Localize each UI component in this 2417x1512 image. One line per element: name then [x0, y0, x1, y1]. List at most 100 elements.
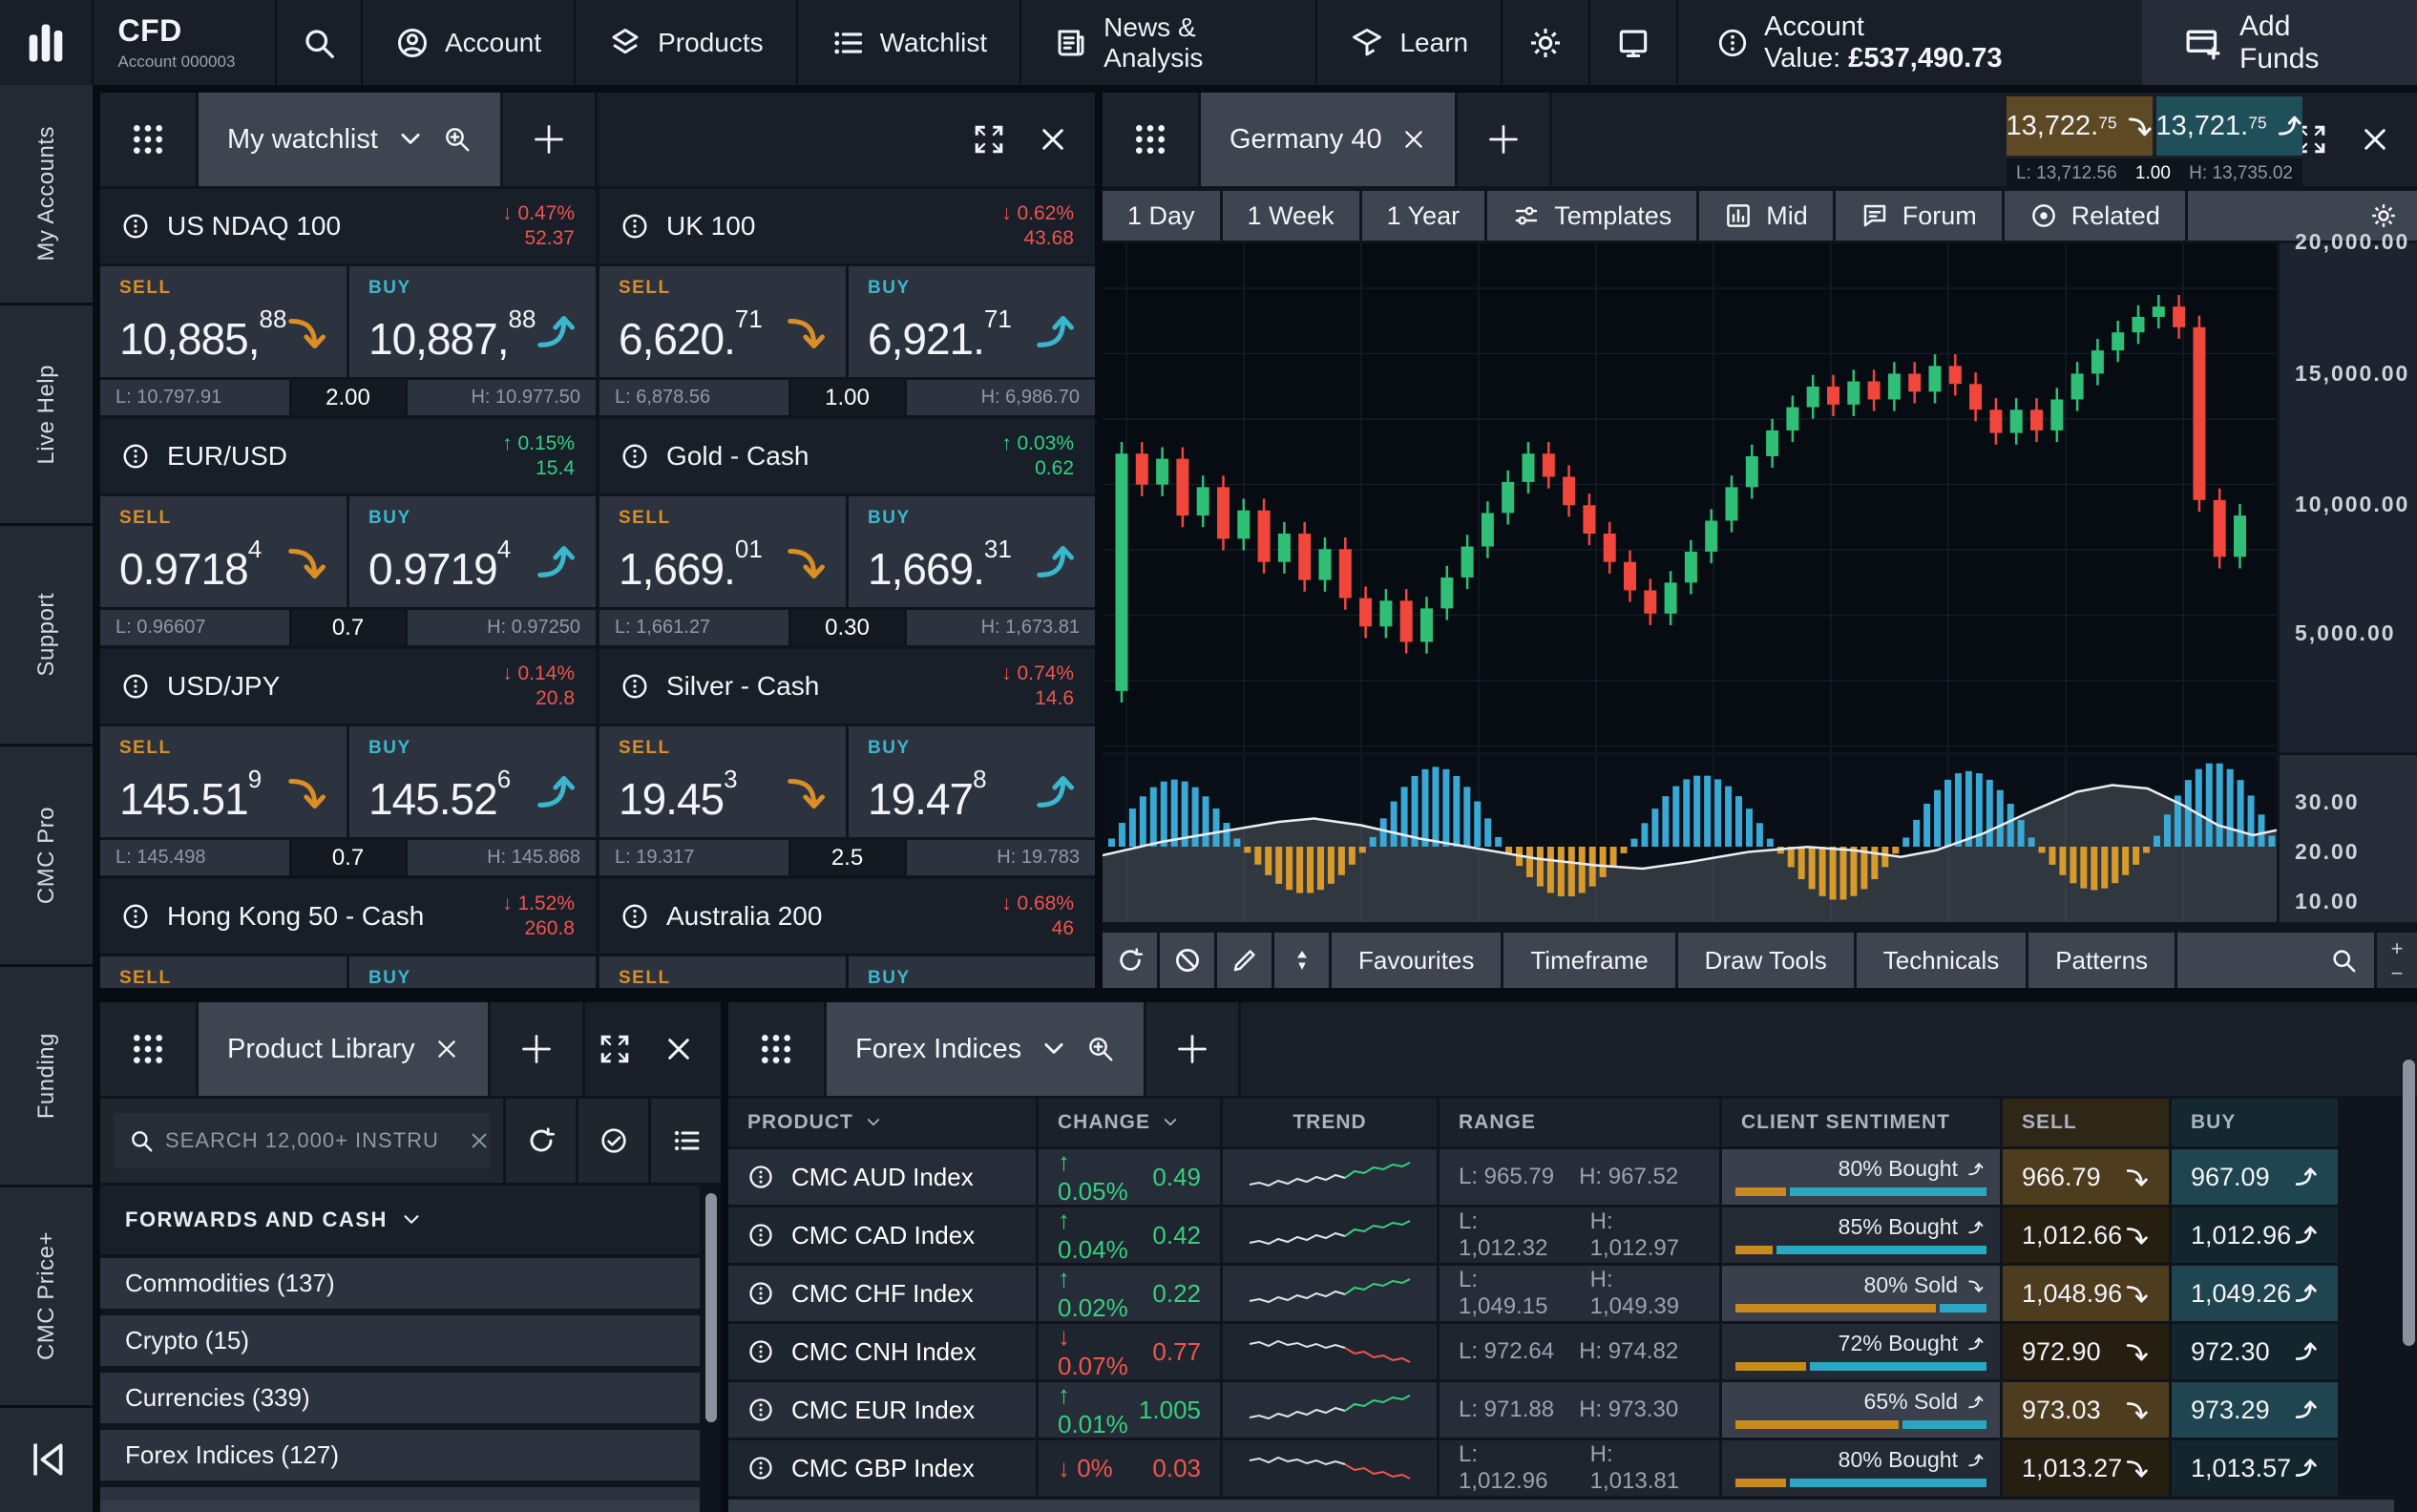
library-scrollbar[interactable] [705, 1193, 717, 1422]
volume-pane[interactable] [1103, 755, 2277, 922]
chart-tool-draw-tools[interactable]: Draw Tools [1678, 933, 1854, 988]
watchlist-add-tab-button[interactable] [503, 93, 595, 186]
sidebar-item-my-accounts[interactable]: My Accounts [0, 85, 93, 305]
close-icon[interactable] [2360, 124, 2390, 155]
sell-price-button[interactable]: 973.03 [2003, 1382, 2169, 1438]
buy-price-button[interactable]: 967.09 [2172, 1149, 2338, 1205]
column-header-buy[interactable]: BUY [2172, 1099, 2338, 1146]
chart-tool-favourites[interactable]: Favourites [1332, 933, 1501, 988]
nav-item-news-analysis[interactable]: News & Analysis [1019, 0, 1315, 85]
sell-price-button[interactable]: 966.79 [2003, 1149, 2169, 1205]
chart-tool-tab-forum[interactable]: Forum [1836, 191, 2002, 241]
product-cell[interactable]: CMC CAD Index [728, 1208, 1036, 1263]
chart-refresh-tool-button[interactable] [1103, 933, 1157, 988]
zoom-in-icon[interactable] [443, 125, 472, 154]
buy-price-button[interactable]: 972.30 [2172, 1324, 2338, 1379]
library-item-commodities-137-[interactable]: Commodities (137) [100, 1258, 700, 1309]
buy-tile[interactable]: BUY10,887,88 [349, 266, 596, 377]
product-cell[interactable]: CMC EUR Index [728, 1382, 1036, 1438]
library-view-button[interactable] [651, 1099, 721, 1183]
nav-item-products[interactable]: Products [574, 0, 796, 85]
column-header-change[interactable]: CHANGE [1039, 1099, 1220, 1146]
chart-tool-tab-related[interactable]: Related [2005, 191, 2185, 241]
chart-sort-tool-button[interactable] [1274, 933, 1329, 988]
sidebar-item-cmc-price-[interactable]: CMC Price+ [0, 1187, 93, 1408]
price-axis[interactable]: 20,000.0015,000.0010,000.005,000.00 [2280, 243, 2417, 752]
chart-drag-handle[interactable] [1103, 93, 1198, 186]
instrument-name-row[interactable]: Australia 200↓ 0.68%46 [599, 879, 1095, 954]
settings-button[interactable] [1501, 0, 1588, 85]
buy-price-button[interactable]: 1,012.96 [2172, 1208, 2338, 1263]
table-scrollbar[interactable] [2403, 1060, 2415, 1346]
buy-tile[interactable]: BUY0.97194 [349, 496, 596, 607]
column-header-range[interactable]: RANGE [1440, 1099, 1719, 1146]
chart-range-tab-1-year[interactable]: 1 Year [1362, 191, 1485, 241]
zoom-in-icon[interactable] [1086, 1035, 1115, 1063]
buy-price-button[interactable]: 1,049.26 [2172, 1266, 2338, 1321]
volume-axis[interactable]: 30.0020.0010.00 [2280, 755, 2417, 922]
sell-tile[interactable]: SELL1,669.01 [599, 496, 846, 607]
library-item-currencies-339-[interactable]: Currencies (339) [100, 1373, 700, 1423]
instrument-name-row[interactable]: UK 100↓ 0.62%43.68 [599, 189, 1095, 263]
chart-tool-tab-mid[interactable]: Mid [1699, 191, 1833, 241]
close-tab-icon[interactable] [434, 1037, 459, 1061]
library-filter-button[interactable] [578, 1099, 648, 1183]
product-cell[interactable]: CMC CNH Index [728, 1324, 1036, 1379]
buy-tile[interactable]: BUY [349, 956, 596, 988]
product-cell[interactable]: CMC AUD Index [728, 1149, 1036, 1205]
add-funds-button[interactable]: Add Funds [2142, 0, 2417, 85]
chart-disable-tool-button[interactable] [1160, 933, 1214, 988]
buy-tile[interactable]: BUY [849, 956, 1095, 988]
expand-icon[interactable] [599, 1033, 631, 1065]
table-hscrollbar[interactable] [728, 1500, 2394, 1512]
buy-tile[interactable]: BUY145.526 [349, 726, 596, 837]
table-tab[interactable]: Forex Indices [827, 1002, 1144, 1096]
chart-buy-button[interactable]: 13,721.75 [2156, 96, 2302, 156]
instrument-name-row[interactable]: Silver - Cash↓ 0.74%14.6 [599, 649, 1095, 724]
sidebar-brand-icon[interactable] [0, 1417, 93, 1502]
buy-tile[interactable]: BUY1,669.31 [849, 496, 1095, 607]
close-icon[interactable] [663, 1034, 694, 1064]
library-item-forex-indices-127-[interactable]: Forex Indices (127) [100, 1430, 700, 1480]
display-button[interactable] [1588, 0, 1676, 85]
table-add-tab-button[interactable] [1146, 1002, 1238, 1096]
sell-tile[interactable]: SELL10,885,88 [100, 266, 347, 377]
library-group-header[interactable]: FORWARDS AND CASH [100, 1186, 700, 1254]
sell-price-button[interactable]: 1,012.66 [2003, 1208, 2169, 1263]
library-drag-handle[interactable] [100, 1002, 196, 1096]
chart-tool-tab-templates[interactable]: Templates [1487, 191, 1696, 241]
watchlist-tab[interactable]: My watchlist [199, 93, 500, 186]
sell-price-button[interactable]: 1,013.27 [2003, 1440, 2169, 1496]
library-refresh-button[interactable] [506, 1099, 576, 1183]
chart-sell-button[interactable]: 13,722.75 [2007, 96, 2153, 156]
chevron-down-icon[interactable] [1040, 1036, 1067, 1062]
library-hscrollbar[interactable] [100, 1501, 700, 1512]
instrument-name-row[interactable]: Gold - Cash↑ 0.03%0.62 [599, 419, 1095, 494]
zoom-out-label[interactable]: − [2391, 961, 2404, 986]
library-search-input[interactable] [114, 1113, 490, 1168]
expand-icon[interactable] [973, 123, 1005, 156]
nav-item-account[interactable]: Account [361, 0, 574, 85]
sell-tile[interactable]: SELL145.519 [100, 726, 347, 837]
account-type-block[interactable]: CFD Account 000003 [92, 0, 275, 85]
chart-tool-patterns[interactable]: Patterns [2028, 933, 2175, 988]
sell-price-button[interactable]: 972.90 [2003, 1324, 2169, 1379]
candlestick-chart[interactable] [1103, 243, 2277, 752]
column-header-sell[interactable]: SELL [2003, 1099, 2169, 1146]
close-icon[interactable] [1038, 124, 1068, 155]
buy-price-button[interactable]: 1,013.57 [2172, 1440, 2338, 1496]
column-header-trend[interactable]: TREND [1223, 1099, 1437, 1146]
zoom-in-label[interactable]: + [2391, 936, 2404, 961]
watchlist-drag-handle[interactable] [100, 93, 196, 186]
sell-tile[interactable]: SELL [599, 956, 846, 988]
chevron-down-icon[interactable] [397, 126, 424, 153]
chart-tool-technicals[interactable]: Technicals [1857, 933, 2026, 988]
chart-draw-tool-button[interactable] [1217, 933, 1272, 988]
column-header-client-sentiment[interactable]: CLIENT SENTIMENT [1722, 1099, 2000, 1146]
sell-price-button[interactable]: 1,048.96 [2003, 1266, 2169, 1321]
chart-range-tab-1-day[interactable]: 1 Day [1103, 191, 1220, 241]
buy-tile[interactable]: BUY6,921.71 [849, 266, 1095, 377]
instrument-name-row[interactable]: US NDAQ 100↓ 0.47%52.37 [100, 189, 596, 263]
close-tab-icon[interactable] [1401, 127, 1426, 152]
info-icon[interactable] [1716, 27, 1749, 59]
